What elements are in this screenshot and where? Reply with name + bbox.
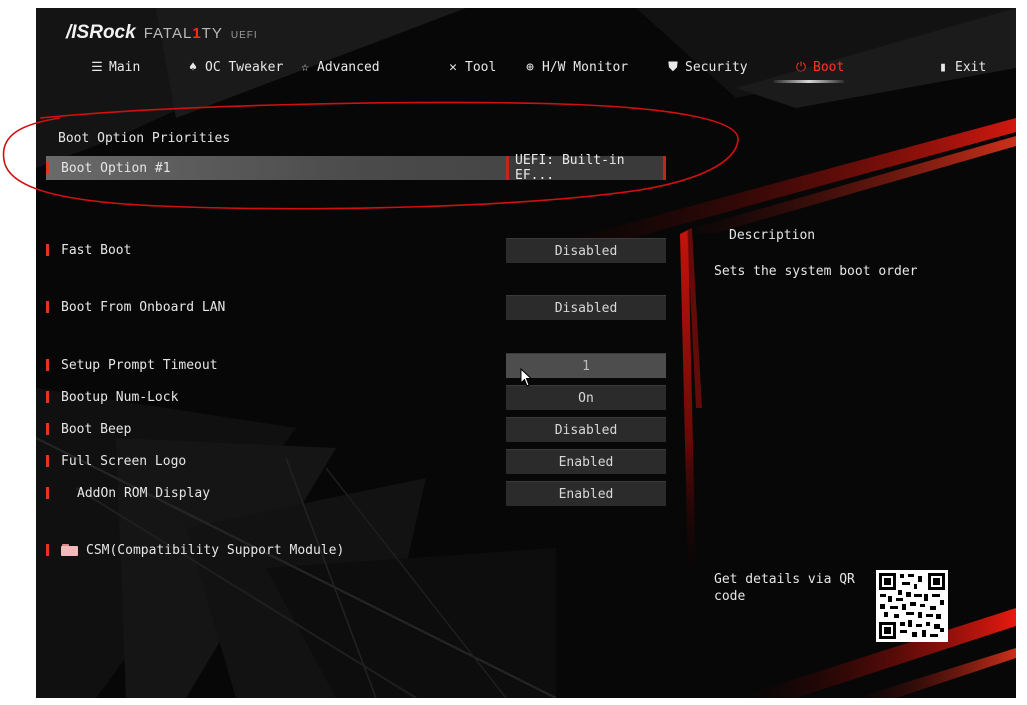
boot-beep-label: Boot Beep [61,421,132,437]
description-title: Description [729,228,816,243]
list-icon: ☰ [91,59,103,75]
boot-from-lan-value[interactable]: Disabled [506,295,666,320]
tab-hw-monitor[interactable]: ⊕ H/W Monitor [523,58,628,76]
setup-prompt-timeout-row[interactable]: Setup Prompt Timeout [46,353,506,377]
shield-icon: ⛊ [668,59,678,75]
bootup-numlock-label: Bootup Num-Lock [61,389,179,405]
tab-tool-label: Tool [465,59,497,75]
tab-oc-tweaker-label: OC Tweaker [205,59,284,75]
logo-product-prefix: FATAL [143,25,193,42]
bios-screen: /ISRock FATAL1TY UEFI ☰ Main ♠ OC Tweake… [36,8,1016,698]
row-marker [46,391,49,403]
logo-product-one: 1 [192,25,202,42]
boot-option-priorities-title: Boot Option Priorities [58,131,231,146]
full-screen-logo-label: Full Screen Logo [61,453,187,469]
tab-exit[interactable]: ▮ Exit [936,58,986,76]
star-icon: ☆ [301,59,309,75]
csm-label: CSM(Compatibility Support Module) [86,542,345,558]
tab-boot-label: Boot [813,59,845,75]
full-screen-logo-value[interactable]: Enabled [506,449,666,474]
row-marker [46,162,49,174]
bootup-numlock-row[interactable]: Bootup Num-Lock [46,385,506,409]
row-marker [46,301,49,313]
tab-advanced[interactable]: ☆ Advanced [298,58,380,76]
exit-door-icon: ▮ [939,59,947,75]
logo-sub: UEFI [230,30,258,41]
row-marker [46,423,49,435]
rocket-icon: ♠ [189,59,197,75]
tab-security-label: Security [685,59,748,75]
boot-from-lan-row[interactable]: Boot From Onboard LAN [46,295,506,319]
fast-boot-value[interactable]: Disabled [506,238,666,263]
qr-code-graphic [876,570,948,642]
asrock-logo: /ISRock FATAL1TY UEFI [66,22,258,43]
row-marker [46,487,49,499]
fast-boot-row[interactable]: Fast Boot [46,238,506,262]
row-marker [46,359,49,371]
tab-main-label: Main [109,59,141,75]
description-text: Sets the system boot order [714,264,918,279]
boot-option-1-value[interactable]: UEFI: Built-in EF... [506,153,666,183]
tab-exit-label: Exit [955,59,987,75]
logo-product: FATAL1TY [144,25,223,42]
tab-oc-tweaker[interactable]: ♠ OC Tweaker [186,58,283,76]
boot-from-lan-label: Boot From Onboard LAN [61,299,226,315]
tab-security[interactable]: ⛊ Security [666,58,748,76]
qr-code [876,570,948,642]
tab-advanced-label: Advanced [317,59,380,75]
tab-boot[interactable]: ⏻ Boot [794,58,844,76]
addon-rom-display-value[interactable]: Enabled [506,481,666,506]
tab-hw-monitor-label: H/W Monitor [542,59,629,75]
full-screen-logo-row[interactable]: Full Screen Logo [46,449,506,473]
tools-icon: ✕ [449,59,457,75]
tab-main[interactable]: ☰ Main [90,58,140,76]
power-icon: ⏻ [795,59,807,75]
row-marker [46,244,49,256]
qr-details-text: Get details via QR code [714,572,855,604]
addon-rom-display-row[interactable]: AddOn ROM Display [46,481,506,505]
bootup-numlock-value[interactable]: On [506,385,666,410]
fast-boot-label: Fast Boot [61,242,132,258]
folder-icon [61,544,78,556]
logo-product-suffix: TY [201,25,223,42]
boot-beep-row[interactable]: Boot Beep [46,417,506,441]
csm-row[interactable]: CSM(Compatibility Support Module) [46,538,506,562]
logo-brand: /ISRock [66,22,136,43]
boot-beep-value[interactable]: Disabled [506,417,666,442]
globe-icon: ⊕ [526,59,534,75]
setup-prompt-timeout-label: Setup Prompt Timeout [61,357,218,373]
row-marker [46,544,49,556]
addon-rom-display-label: AddOn ROM Display [77,485,211,501]
mouse-pointer-icon [520,368,533,387]
boot-option-1-row[interactable]: Boot Option #1 [46,156,506,180]
row-marker [46,455,49,467]
boot-option-1-label: Boot Option #1 [61,160,171,176]
tab-tool[interactable]: ✕ Tool [446,58,496,76]
active-tab-underline [774,80,844,83]
